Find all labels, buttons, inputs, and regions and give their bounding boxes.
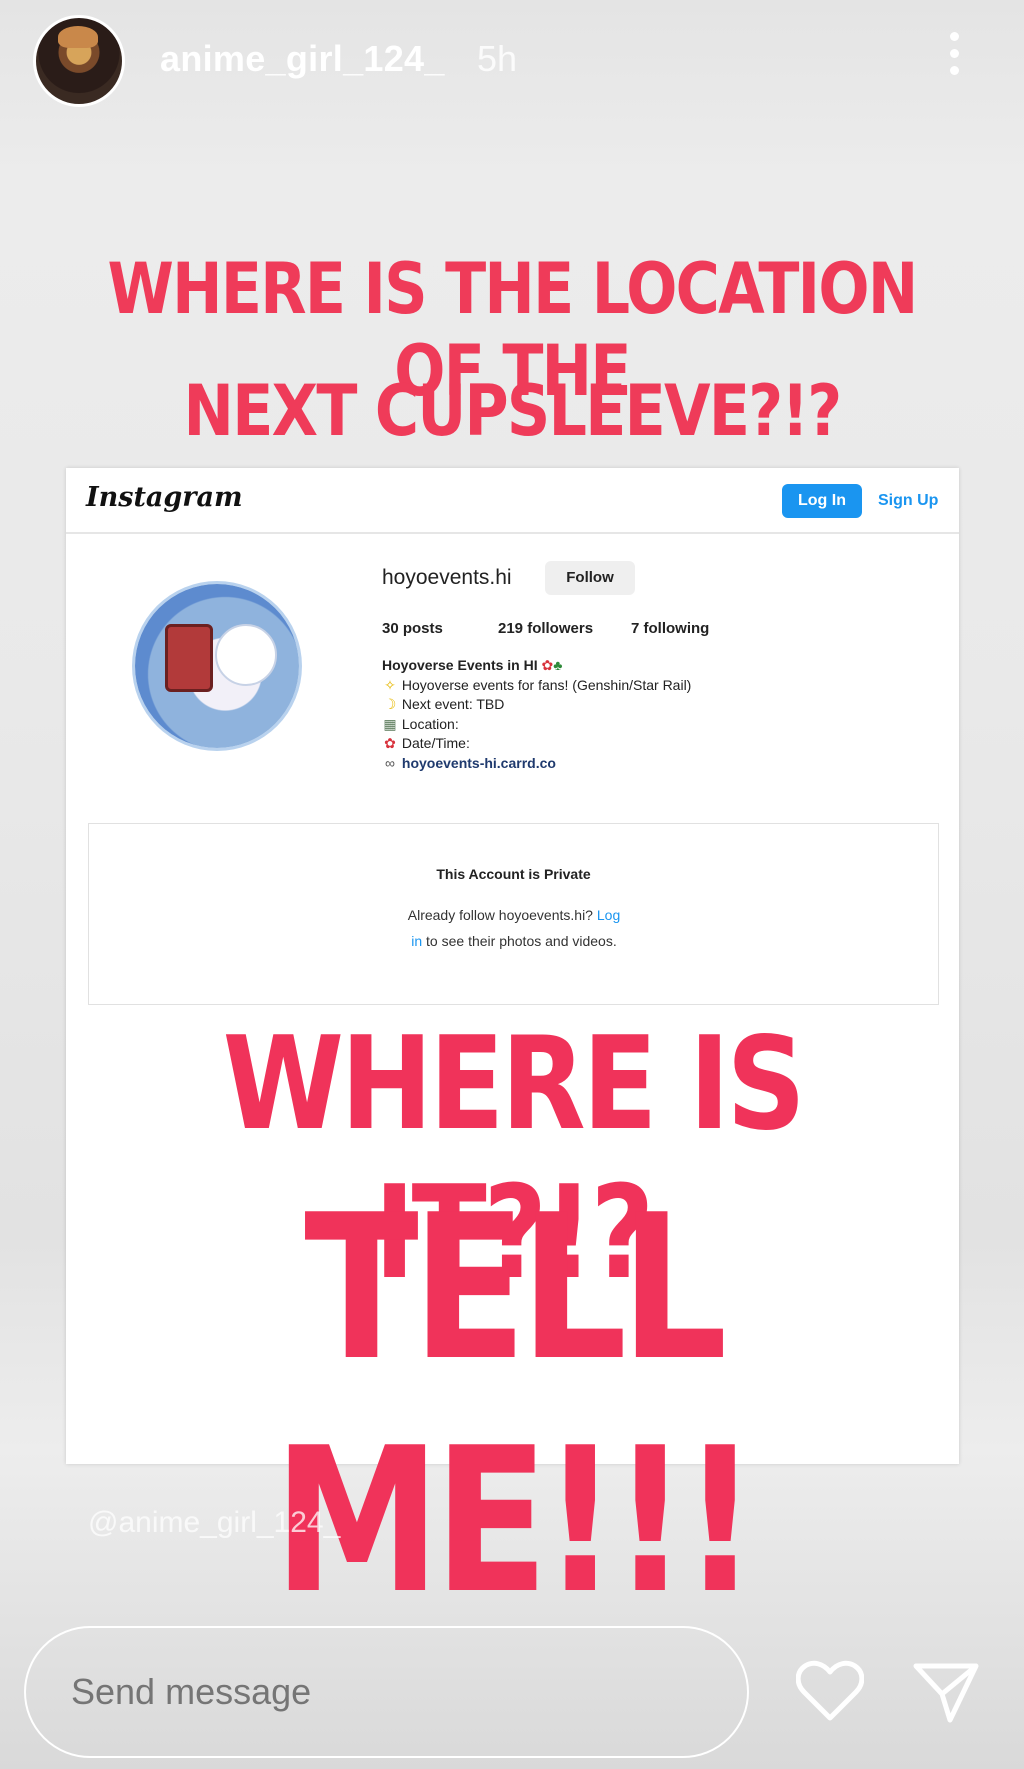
gift-illustration — [165, 624, 213, 692]
chibi-character-illustration — [215, 624, 277, 686]
avatar[interactable] — [33, 15, 125, 107]
private-text-1: Already follow hoyoevents.hi? — [407, 907, 593, 923]
send-icon[interactable] — [912, 1660, 980, 1724]
private-title: This Account is Private — [436, 866, 591, 882]
more-options-icon[interactable] — [942, 32, 966, 82]
headline-line-2: NEXT CUPSLEEVE?!? — [183, 370, 843, 452]
send-message-input[interactable] — [24, 1626, 749, 1758]
posts-count: 30 posts — [382, 620, 443, 637]
moon-icon: ☽ — [383, 696, 397, 712]
profile-handle: hoyoevents.hi — [382, 566, 512, 589]
following-count: 7 following — [631, 620, 710, 637]
bio-line-3: Location: — [401, 715, 459, 732]
bio-title: Hoyoverse Events in HI — [382, 657, 538, 673]
story-username[interactable]: anime_girl_124_ — [160, 38, 445, 80]
profile-picture — [135, 584, 299, 748]
overlay-text-tell-me: TELL ME!!! — [273, 1172, 758, 1638]
private-login-link: Log — [596, 907, 621, 923]
instagram-logo: Instagram — [86, 482, 243, 513]
bio-link: hoyoevents-hi.carrd.co — [401, 754, 556, 771]
private-text-2: to see their photos and videos. — [426, 933, 617, 949]
bio-line-2: Next event: TBD — [401, 696, 505, 712]
heart-icon[interactable] — [796, 1660, 864, 1722]
signup-link: Sign Up — [878, 492, 939, 509]
bio-line-4: Date/Time: — [401, 735, 470, 751]
link-icon: ∞ — [385, 754, 395, 771]
private-login-link-2: in — [411, 933, 423, 949]
instagram-screenshot: Instagram Log In Sign Up hoyoevents.hi F… — [66, 468, 959, 1638]
follow-button: Follow — [545, 561, 635, 595]
private-account-notice: This Account is Private Already follow h… — [88, 823, 939, 1005]
sparkles-icon: ✧ — [384, 676, 396, 693]
story-timestamp: 5h — [477, 38, 518, 79]
profile-bio: Hoyoverse Events in HI ✿♣ ✧ Hoyoverse ev… — [382, 656, 691, 773]
palm-tree-icon: ♣ — [553, 657, 563, 673]
hibiscus-icon: ✿ — [384, 735, 396, 751]
bio-line-1: Hoyoverse events for fans! (Genshin/Star… — [401, 676, 692, 693]
hibiscus-icon: ✿ — [541, 657, 554, 673]
username-watermark: @anime_girl_124_ — [88, 1506, 341, 1539]
login-button: Log In — [782, 484, 862, 518]
followers-count: 219 followers — [498, 620, 594, 637]
map-icon: ▦ — [383, 715, 397, 732]
private-text: Already follow hoyoevents.hi? Log in to … — [349, 902, 679, 954]
instagram-topbar: Instagram Log In Sign Up — [66, 468, 959, 534]
